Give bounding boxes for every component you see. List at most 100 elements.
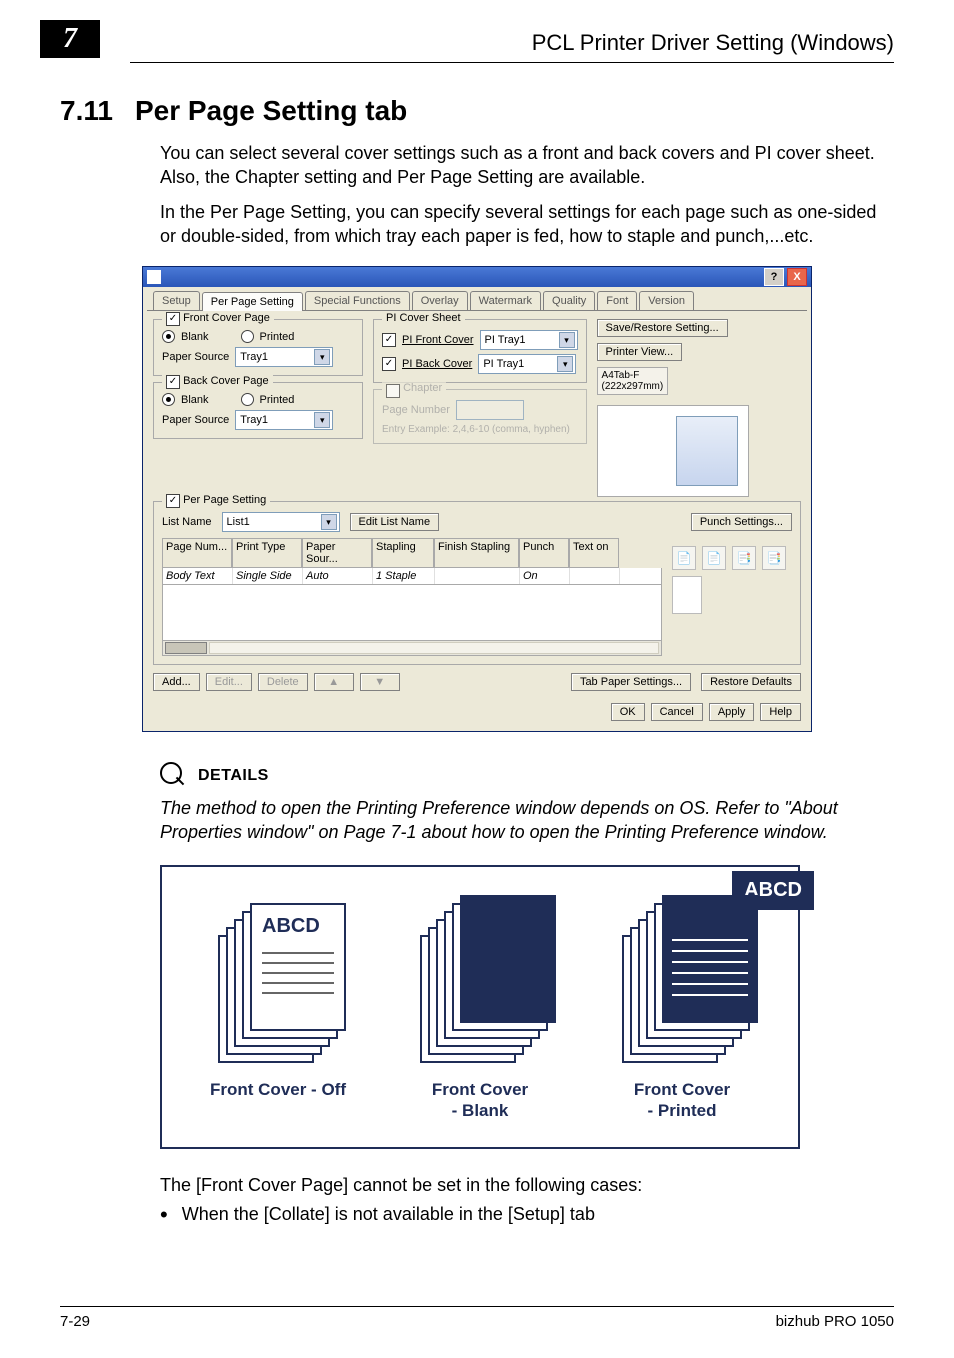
cell-page-num: Body Text (163, 568, 233, 584)
tab-setup[interactable]: Setup (153, 291, 200, 310)
pi-front-select[interactable]: PI Tray1 ▾ (480, 330, 578, 350)
add-button[interactable]: Add... (153, 673, 200, 691)
chapter-checkbox[interactable] (386, 384, 400, 398)
dialog-titlebar: ? X (143, 267, 811, 287)
back-cover-printed-radio[interactable] (241, 393, 254, 406)
move-up-button[interactable]: ▲ (314, 673, 354, 691)
back-cover-checkbox[interactable] (166, 375, 180, 389)
back-paper-source-label: Paper Source (162, 414, 229, 426)
front-cover-printed-label: Printed (260, 331, 295, 343)
section-title: Per Page Setting tab (135, 95, 407, 127)
pi-cover-group: PI Cover Sheet PI Front Cover PI Tray1 ▾ (373, 319, 587, 383)
chevron-down-icon: ▾ (321, 514, 337, 530)
front-cover-checkbox[interactable] (166, 312, 180, 326)
illus-front-cover-blank: A (390, 889, 570, 1061)
per-page-list-row[interactable]: Body Text Single Side Auto 1 Staple On (162, 568, 662, 585)
cell-stapling: 1 Staple (373, 568, 435, 584)
paper-name: A4Tab-F (602, 370, 640, 381)
pi-back-checkbox[interactable] (382, 357, 396, 371)
page-footer: 7-29 bizhub PRO 1050 (60, 1306, 894, 1330)
tab-per-page-setting[interactable]: Per Page Setting (202, 292, 303, 311)
running-header: PCL Printer Driver Setting (Windows) (130, 30, 894, 63)
cell-finish-stapling (435, 568, 520, 584)
ok-button[interactable]: OK (611, 703, 645, 721)
bullet-icon: • (160, 1204, 168, 1226)
illus-off-front-page: ABCD (250, 903, 346, 1031)
col-print-type[interactable]: Print Type (232, 538, 302, 568)
front-cover-blank-radio[interactable] (162, 330, 175, 343)
col-punch[interactable]: Punch (519, 538, 569, 568)
list-name-select[interactable]: List1 ▾ (222, 512, 340, 532)
help-button[interactable]: Help (760, 703, 801, 721)
illus-front-cover-off: ABCD (188, 889, 368, 1061)
page-preview (597, 405, 749, 497)
titlebar-help-button[interactable]: ? (764, 268, 784, 286)
delete-button[interactable]: Delete (258, 673, 308, 691)
apply-button[interactable]: Apply (709, 703, 755, 721)
chapter-hint: Entry Example: 2,4,6-10 (comma, hyphen) (382, 424, 570, 435)
save-restore-button[interactable]: Save/Restore Setting... (597, 319, 728, 337)
details-block: DETAILS The method to open the Printing … (160, 762, 894, 845)
chevron-down-icon: ▾ (557, 356, 573, 372)
col-paper-source[interactable]: Paper Sour... (302, 538, 372, 568)
print-preferences-dialog: ? X Setup Per Page Setting Special Funct… (142, 266, 812, 732)
pi-back-value: PI Tray1 (483, 358, 524, 370)
tab-quality[interactable]: Quality (543, 291, 595, 310)
front-cover-printed-radio[interactable] (241, 330, 254, 343)
tab-overlay[interactable]: Overlay (412, 291, 468, 310)
horizontal-scrollbar[interactable] (163, 640, 661, 655)
pi-back-select[interactable]: PI Tray1 ▾ (478, 354, 576, 374)
finish-icon-4[interactable]: 📑 (762, 546, 786, 570)
front-paper-source-select[interactable]: Tray1 ▾ (235, 347, 333, 367)
product-name: bizhub PRO 1050 (776, 1313, 894, 1330)
finish-icon-2[interactable]: 📄 (702, 546, 726, 570)
paper-info-box: A4Tab-F (222x297mm) (597, 367, 669, 395)
col-stapling[interactable]: Stapling (372, 538, 434, 568)
chevron-down-icon: ▾ (314, 412, 330, 428)
tab-version[interactable]: Version (639, 291, 694, 310)
tab-special-functions[interactable]: Special Functions (305, 291, 410, 310)
edit-list-name-button[interactable]: Edit List Name (350, 513, 440, 531)
back-cover-printed-label: Printed (260, 394, 295, 406)
move-down-button[interactable]: ▼ (360, 673, 400, 691)
list-name-label: List Name (162, 516, 212, 528)
pi-front-checkbox[interactable] (382, 333, 396, 347)
running-title: PCL Printer Driver Setting (Windows) (532, 30, 894, 56)
details-text: The method to open the Printing Preferen… (160, 796, 894, 845)
magnifier-icon (160, 762, 188, 790)
back-paper-source-select[interactable]: Tray1 ▾ (235, 410, 333, 430)
finish-icon-3[interactable]: 📑 (732, 546, 756, 570)
chevron-down-icon: ▾ (314, 349, 330, 365)
tab-watermark[interactable]: Watermark (470, 291, 541, 310)
punch-settings-button[interactable]: Punch Settings... (691, 513, 792, 531)
per-page-setting-checkbox[interactable] (166, 494, 180, 508)
tab-font[interactable]: Font (597, 291, 637, 310)
front-cover-legend: Front Cover Page (183, 312, 270, 324)
dialog-tabs: Setup Per Page Setting Special Functions… (147, 287, 807, 311)
cell-punch: On (520, 568, 570, 584)
pi-cover-legend: PI Cover Sheet (382, 312, 465, 324)
chapter-page-number-input[interactable] (456, 400, 524, 420)
col-page-num[interactable]: Page Num... (162, 538, 232, 568)
tab-paper-settings-button[interactable]: Tab Paper Settings... (571, 673, 691, 691)
printer-view-button[interactable]: Printer View... (597, 343, 683, 361)
col-text-on[interactable]: Text on (569, 538, 619, 568)
col-finish-stapling[interactable]: Finish Stapling (434, 538, 519, 568)
dialog-screenshot: ? X Setup Per Page Setting Special Funct… (142, 266, 812, 732)
per-page-setting-group: Per Page Setting List Name List1 ▾ Edit … (153, 501, 801, 665)
pi-front-value: PI Tray1 (485, 334, 526, 346)
finish-icon-1[interactable]: 📄 (672, 546, 696, 570)
chapter-marker: 7 (40, 20, 100, 58)
back-cover-blank-radio[interactable] (162, 393, 175, 406)
section-number: 7.11 (60, 95, 113, 127)
chevron-down-icon: ▾ (559, 332, 575, 348)
dialog-icon (147, 270, 161, 284)
edit-button[interactable]: Edit... (206, 673, 252, 691)
cancel-button[interactable]: Cancel (651, 703, 703, 721)
titlebar-close-button[interactable]: X (787, 268, 807, 286)
chapter-page-number-label: Page Number (382, 404, 450, 416)
chapter-legend: Chapter (403, 382, 442, 394)
scrollbar-rail (209, 642, 659, 654)
scrollbar-thumb[interactable] (165, 642, 207, 654)
restore-defaults-button[interactable]: Restore Defaults (701, 673, 801, 691)
